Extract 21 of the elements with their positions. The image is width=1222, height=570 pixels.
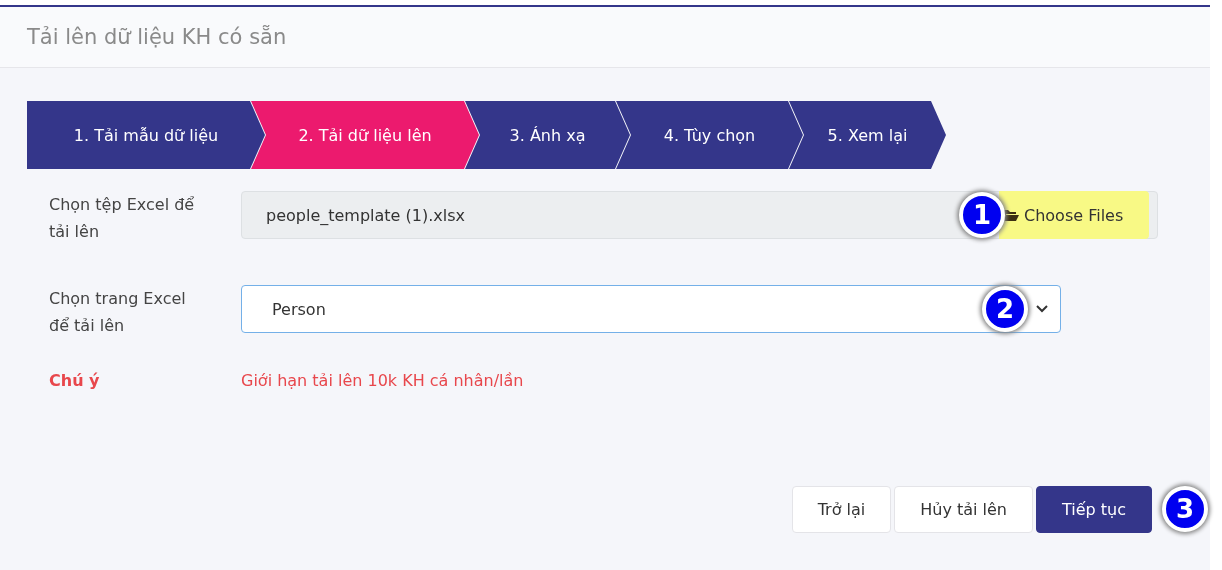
note-text: Giới hạn tải lên 10k KH cá nhân/lần bbox=[241, 370, 524, 392]
field-label: Chọn trang Excel để tải lên bbox=[49, 288, 187, 337]
callout-badge: 3 bbox=[1162, 486, 1208, 532]
dialog-title: Tải lên dữ liệu KH có sẵn bbox=[27, 25, 287, 49]
footer-button[interactable]: Tiếp tục bbox=[1035, 486, 1152, 533]
wizard-step[interactable]: 2. Tải dữ liệu lên bbox=[251, 101, 479, 169]
file-name: people_template (1).xlsx bbox=[266, 205, 465, 225]
chevron-down-icon bbox=[1036, 305, 1048, 313]
footer-button[interactable]: Trở lại bbox=[791, 486, 892, 533]
folder-icon bbox=[1003, 208, 1019, 222]
wizard-step[interactable]: 3. Ánh xạ bbox=[465, 101, 630, 169]
wizard-step[interactable]: 4. Tùy chọn bbox=[616, 101, 803, 169]
callout-badge: 1 bbox=[959, 192, 1005, 238]
file-input-field[interactable]: people_template (1).xlsx 1 Choose Files bbox=[241, 191, 1158, 239]
wizard-step[interactable]: 5. Xem lại bbox=[789, 101, 946, 169]
choose-files-button[interactable]: Choose Files bbox=[999, 191, 1149, 239]
field-label: Chọn tệp Excel để tải lên bbox=[49, 194, 196, 243]
sheet-select[interactable]: Person 2 bbox=[241, 285, 1061, 333]
note-label: Chú ý bbox=[49, 370, 101, 392]
footer-button[interactable]: Hủy tải lên bbox=[894, 486, 1033, 533]
wizard-step[interactable]: 1. Tải mẫu dữ liệu bbox=[27, 101, 265, 169]
